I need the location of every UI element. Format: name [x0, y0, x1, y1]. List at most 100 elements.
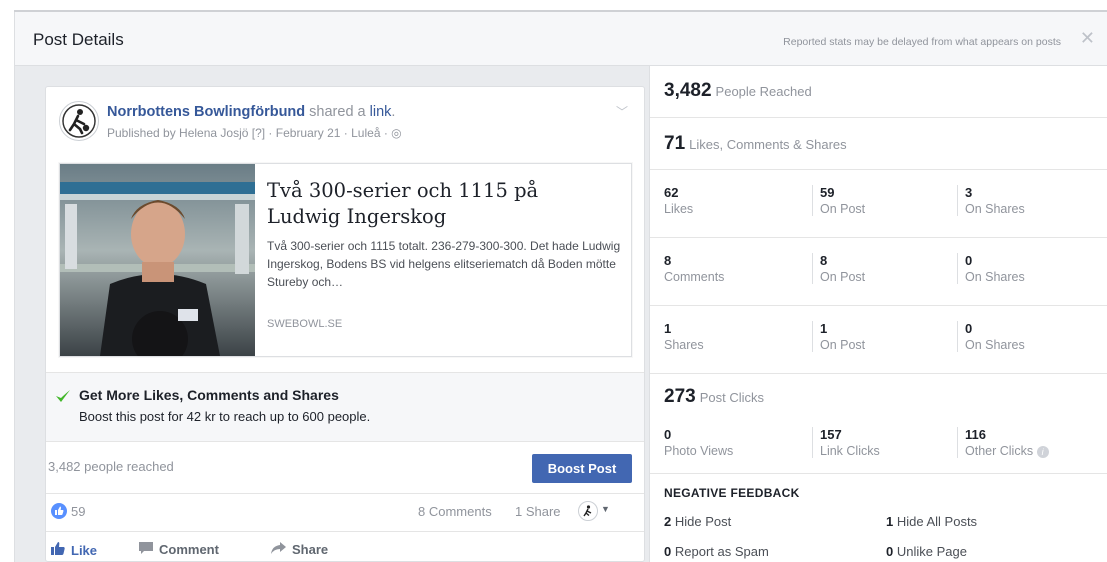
stat-label: Link Clicks	[820, 444, 880, 458]
comments-row: 8 Comments 8 On Post 0 On Shares	[650, 238, 1107, 306]
post-card: Norrbottens Bowlingförbund shared a link…	[45, 86, 645, 562]
stat-cell: 0 Photo Views	[664, 427, 804, 458]
shares-row: 1 Shares 1 On Post 0 On Shares	[650, 306, 1107, 374]
stat-value: 0	[664, 427, 672, 442]
stats-delay-note: Reported stats may be delayed from what …	[783, 36, 1061, 48]
stat-label: On Post	[820, 338, 866, 352]
neg-value: 2	[664, 514, 672, 529]
stat-cell: 62 Likes	[664, 185, 804, 216]
close-icon[interactable]: ✕	[1080, 28, 1095, 49]
likes-row: 62 Likes 59 On Post 3 On Shares	[650, 170, 1107, 238]
engagement-section: 71 Likes, Comments & Shares	[650, 118, 1107, 170]
stat-cell: 116 Other Clicks i	[957, 427, 1097, 458]
people-reached-label: People Reached	[715, 84, 812, 99]
dialog-header: Post Details Reported stats may be delay…	[14, 12, 1107, 66]
post-meta: Published by Helena Josjö [?] · February…	[107, 126, 402, 140]
reactions-bar: 59 8 Comments 1 Share ▼	[46, 494, 644, 532]
post-preview-pane: Norrbottens Bowlingförbund shared a link…	[14, 66, 649, 562]
link-preview[interactable]: Två 300-serier och 1115 på Ludwig Ingers…	[59, 163, 632, 357]
stat-value: 8	[664, 253, 672, 268]
comment-button[interactable]: Comment	[139, 542, 219, 557]
neg-label: Unlike Page	[896, 544, 967, 559]
actor-avatar-icon[interactable]	[578, 501, 598, 521]
people-reached-text: 3,482 people reached	[48, 459, 174, 474]
stat-cell: 8 On Post	[812, 253, 952, 284]
link-description: Två 300-serier och 1115 totalt. 236-279-…	[267, 239, 621, 289]
stat-value: 3	[965, 185, 973, 200]
neg-feedback-item: 2 Hide Post	[664, 514, 731, 529]
post-author-line: Norrbottens Bowlingförbund shared a link…	[107, 104, 395, 120]
stat-value: 1	[820, 321, 828, 336]
stat-cell: 3 On Shares	[957, 185, 1097, 216]
thumbs-up-icon	[51, 542, 65, 558]
post-stats-pane: 3,482 People Reached 71 Likes, Comments & …	[649, 66, 1107, 562]
stat-label: Shares	[664, 338, 704, 352]
stat-cell: 157 Link Clicks	[812, 427, 952, 458]
chevron-down-icon[interactable]: ﹀	[616, 103, 628, 120]
bowler-logo-icon	[62, 104, 96, 138]
stat-value: 116	[965, 427, 986, 442]
stat-label: Likes	[664, 202, 694, 216]
comments-count[interactable]: 8 Comments	[418, 504, 492, 519]
stat-cell: 1 On Post	[812, 321, 952, 352]
boost-text: Boost this post for 42 kr to reach up to…	[79, 409, 371, 424]
link-word[interactable]: link	[370, 104, 392, 120]
stat-cell: 0 On Shares	[957, 321, 1097, 352]
post-clicks-section: 273 Post Clicks 0 Photo Views 157 Link Clic…	[650, 374, 1107, 474]
people-reached-value: 3,482	[664, 80, 712, 101]
like-reaction-icon[interactable]	[51, 503, 67, 519]
shares-count[interactable]: 1 Share	[515, 504, 561, 519]
caret-down-icon[interactable]: ▼	[601, 504, 610, 514]
engagement-label: Likes, Comments & Shares	[689, 137, 847, 152]
likes-count[interactable]: 59	[71, 504, 85, 519]
like-button[interactable]: Like	[51, 542, 97, 558]
neg-feedback-item: 0 Report as Spam	[664, 544, 769, 559]
dialog-title: Post Details	[33, 30, 124, 49]
negative-feedback-heading: NEGATIVE FEEDBACK	[664, 486, 800, 500]
like-label: Like	[71, 543, 98, 558]
stat-value: 1	[664, 321, 672, 336]
stat-cell: 0 On Shares	[957, 253, 1097, 284]
stat-label: On Post	[820, 202, 866, 216]
post-actions: Like Comment Share	[46, 532, 644, 561]
engagement-value: 71	[664, 133, 686, 154]
comment-icon	[139, 542, 153, 557]
stat-value: 0	[965, 253, 973, 268]
link-source: SWEBOWL.SE	[267, 318, 343, 330]
page-name-link[interactable]: Norrbottens Bowlingförbund	[107, 104, 305, 120]
post-clicks-stat: 273 Post Clicks	[664, 386, 764, 408]
neg-feedback-item: 1 Hide All Posts	[886, 514, 977, 529]
stat-label: On Shares	[965, 270, 1025, 284]
stat-label: Comments	[664, 270, 725, 284]
post-clicks-value: 273	[664, 386, 696, 407]
checkmark-icon	[54, 387, 72, 410]
neg-label: Hide Post	[674, 514, 732, 529]
neg-value: 0	[886, 544, 894, 559]
stat-value: 8	[820, 253, 828, 268]
reach-row: 3,482 people reached Boost Post	[46, 442, 644, 494]
neg-value: 1	[886, 514, 894, 529]
stat-label: Photo Views	[664, 444, 734, 458]
other-clicks-label: Other Clicks	[965, 444, 1034, 458]
period: .	[391, 104, 396, 120]
stat-label: On Shares	[965, 202, 1025, 216]
share-button[interactable]: Share	[271, 542, 328, 557]
stat-value: 59	[820, 185, 835, 200]
comment-label: Comment	[159, 542, 219, 557]
shared-text: shared a	[305, 104, 370, 120]
neg-value: 0	[664, 544, 672, 559]
stat-cell: 59 On Post	[812, 185, 952, 216]
stat-label: On Post	[820, 270, 866, 284]
page-avatar[interactable]	[59, 101, 99, 141]
link-title[interactable]: Två 300-serier och 1115 på Ludwig Ingers…	[267, 178, 617, 230]
link-thumbnail	[60, 164, 255, 356]
stat-cell: 1 Shares	[664, 321, 804, 352]
reach-section: 3,482 People Reached	[650, 66, 1107, 118]
stat-cell: 8 Comments	[664, 253, 804, 284]
info-icon[interactable]: i	[1036, 445, 1049, 458]
boost-heading: Get More Likes, Comments and Shares	[79, 387, 339, 403]
post-clicks-label: Post Clicks	[699, 390, 764, 405]
stat-label: On Shares	[965, 338, 1025, 352]
stat-label: Other Clicks i	[965, 444, 1097, 458]
boost-post-button[interactable]: Boost Post	[532, 454, 632, 483]
